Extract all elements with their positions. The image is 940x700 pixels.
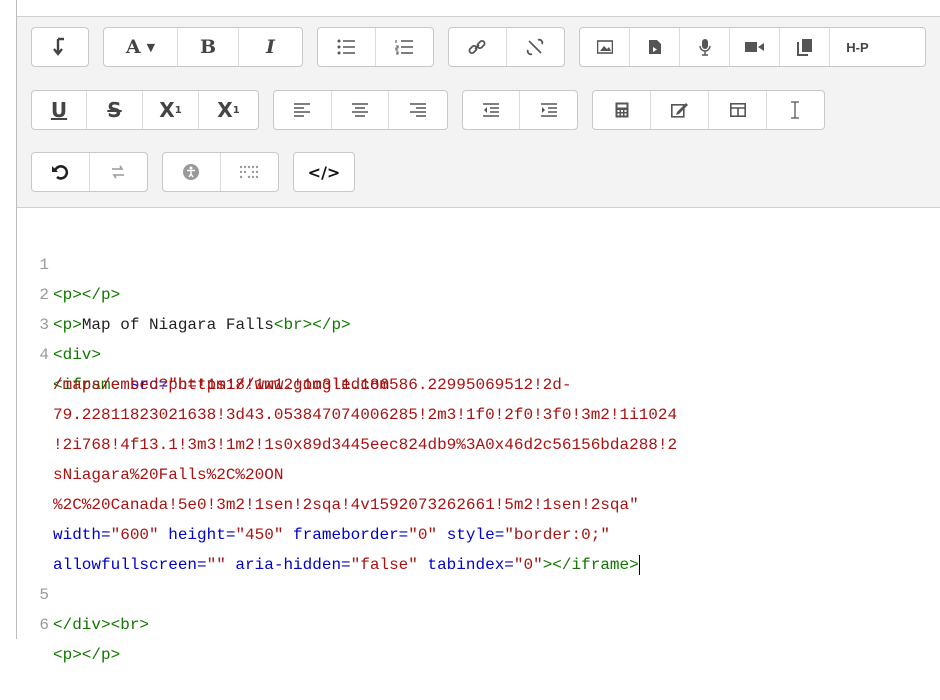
- link-icon[interactable]: [449, 28, 507, 66]
- line-number: 6: [39, 616, 49, 634]
- code-line: 4 <iframe src="https://www.google.com: [17, 310, 940, 394]
- numbered-list-icon[interactable]: [376, 28, 434, 66]
- strikethrough-icon[interactable]: S: [87, 91, 143, 129]
- editor-toolbar: A ▼ B I H-P U S X 1 X 1 </>: [17, 16, 940, 208]
- tools-group: [592, 90, 825, 130]
- list-group: [317, 27, 434, 67]
- braille-icon[interactable]: [221, 153, 279, 191]
- text-format-group: U S X1 X1: [31, 90, 259, 130]
- accessibility-group: [162, 152, 279, 192]
- video-icon[interactable]: [730, 28, 780, 66]
- code-line: 3 <div>: [17, 280, 940, 364]
- font-style-group: A ▼ B I: [103, 27, 303, 67]
- align-center-icon[interactable]: [332, 91, 390, 129]
- superscript-icon[interactable]: X1: [199, 91, 258, 129]
- code-line: allowfullscreen="" aria-hidden="false" t…: [17, 520, 940, 575]
- microphone-icon[interactable]: [680, 28, 730, 66]
- accessibility-icon[interactable]: [163, 153, 221, 191]
- source-group: </>: [293, 152, 355, 192]
- undo-icon[interactable]: [32, 153, 90, 191]
- code-line: %2C%20Canada!5e0!3m2!1sen!2sqa!4v1592073…: [17, 460, 940, 514]
- code-line: sNiagara%20Falls%2C%20ON: [17, 430, 940, 484]
- unlink-icon[interactable]: [507, 28, 565, 66]
- image-icon[interactable]: [580, 28, 630, 66]
- calculator-icon[interactable]: [593, 91, 651, 129]
- text-cursor-icon[interactable]: [767, 91, 823, 129]
- history-group: [31, 152, 148, 192]
- h5p-icon[interactable]: H-P: [830, 28, 885, 66]
- media-icon[interactable]: [630, 28, 680, 66]
- code-line: !2i768!4f13.1!3m3!1m2!1s0x89d3445eec824d…: [17, 400, 940, 454]
- font-color-icon[interactable]: A ▼: [104, 28, 178, 66]
- code-line: 6 <p></p>: [17, 580, 940, 664]
- table-icon[interactable]: [709, 91, 767, 129]
- subscript-icon[interactable]: X1: [143, 91, 199, 129]
- code-line: 79.22811823021638!3d43.053847074006285!2…: [17, 370, 940, 424]
- bold-icon[interactable]: B: [178, 28, 239, 66]
- text-editor: A ▼ B I H-P U S X 1 X 1 </> 1 <p></p> 2 …: [16, 0, 940, 664]
- paragraph-group: [31, 27, 89, 67]
- link-group: [448, 27, 565, 67]
- italic-icon[interactable]: I: [239, 28, 302, 66]
- indent-group: [462, 90, 578, 130]
- align-right-icon[interactable]: [389, 91, 447, 129]
- underline-icon[interactable]: U: [32, 91, 87, 129]
- copy-icon[interactable]: [780, 28, 830, 66]
- code-tag: <p></p>: [53, 646, 121, 664]
- code-line: 5 </div><br>: [17, 550, 940, 634]
- outdent-icon[interactable]: [463, 91, 521, 129]
- indent-icon[interactable]: [520, 91, 577, 129]
- align-left-icon[interactable]: [274, 91, 332, 129]
- code-line: width="600" height="450" frameborder="0"…: [17, 490, 940, 544]
- bullet-list-icon[interactable]: [318, 28, 376, 66]
- redo-icon[interactable]: [90, 153, 148, 191]
- paragraph-format-icon[interactable]: [32, 28, 88, 66]
- edit-icon[interactable]: [651, 91, 709, 129]
- html-source-editor[interactable]: 1 <p></p> 2 <p>Map of Niagara Falls<br><…: [17, 220, 940, 664]
- code-line: /maps/embed?pb=!1m18!1m12!1m3!1d186586.2…: [17, 340, 940, 394]
- media-group: H-P: [579, 27, 926, 67]
- html-source-icon[interactable]: </>: [294, 153, 354, 191]
- code-line: 1 <p></p>: [17, 220, 940, 304]
- align-group: [273, 90, 448, 130]
- code-line: 2 <p>Map of Niagara Falls<br></p>: [17, 250, 940, 334]
